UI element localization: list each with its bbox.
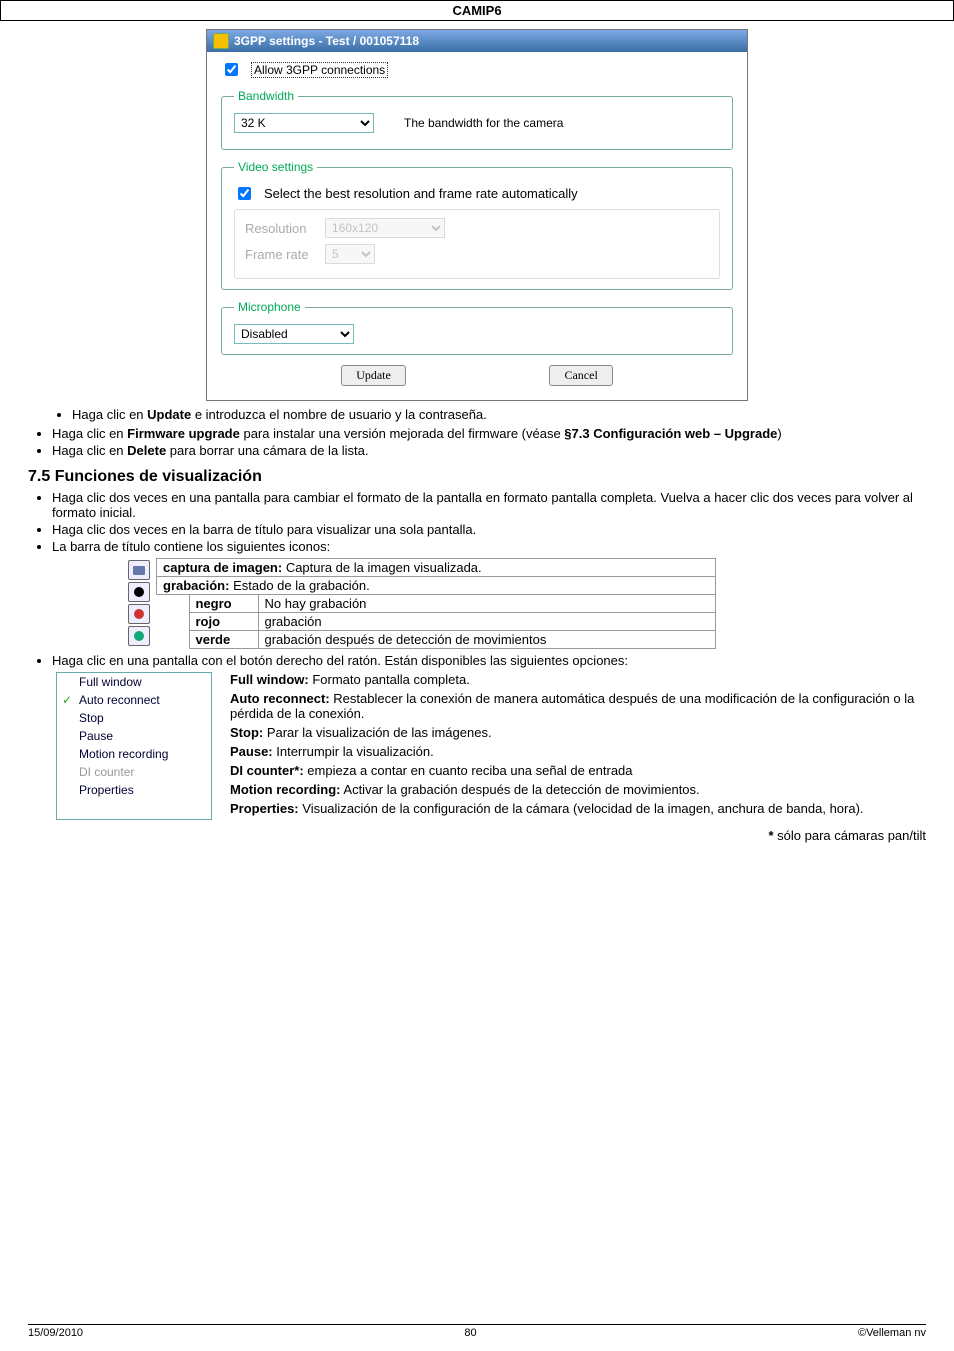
frame-rate-label: Frame rate bbox=[245, 247, 315, 262]
bandwidth-legend: Bandwidth bbox=[234, 89, 298, 103]
video-legend: Video settings bbox=[234, 160, 317, 174]
page-footer: 15/09/2010 80 ©Velleman nv bbox=[0, 1324, 954, 1339]
menu-stop[interactable]: Stop bbox=[57, 709, 211, 727]
allow-3gpp-label: Allow 3GPP connections bbox=[251, 62, 388, 78]
bullet-update: Haga clic en Update e introduzca el nomb… bbox=[72, 407, 926, 422]
resolution-select: 160x120 bbox=[325, 218, 445, 238]
frame-rate-select: 5 bbox=[325, 244, 375, 264]
record-red-icon bbox=[128, 604, 150, 624]
bullet-firmware: Haga clic en Firmware upgrade para insta… bbox=[52, 426, 926, 441]
footer-page: 80 bbox=[464, 1327, 476, 1339]
menu-full-window[interactable]: Full window bbox=[57, 673, 211, 691]
allow-3gpp-checkbox[interactable] bbox=[225, 63, 238, 76]
bullet-viz-3: La barra de título contiene los siguient… bbox=[52, 539, 926, 554]
footer-date: 15/09/2010 bbox=[28, 1327, 83, 1339]
menu-di-counter[interactable]: DI counter bbox=[57, 763, 211, 781]
record-black-icon bbox=[128, 582, 150, 602]
menu-motion-recording[interactable]: Motion recording bbox=[57, 745, 211, 763]
video-fieldset: Video settings Select the best resolutio… bbox=[221, 160, 733, 290]
update-button[interactable]: Update bbox=[341, 365, 406, 386]
bullet-right-click: Haga clic en una pantalla con el botón d… bbox=[52, 653, 926, 668]
bullet-delete: Haga clic en Delete para borrar una cáma… bbox=[52, 443, 926, 458]
app-icon bbox=[213, 33, 229, 49]
page-header: CAMIP6 bbox=[0, 0, 954, 21]
bandwidth-select[interactable]: 32 K bbox=[234, 113, 374, 133]
microphone-fieldset: Microphone Disabled bbox=[221, 300, 733, 355]
footer-copyright: ©Velleman nv bbox=[858, 1327, 926, 1339]
auto-resolution-label: Select the best resolution and frame rat… bbox=[264, 186, 578, 201]
capture-icon bbox=[128, 560, 150, 580]
asterisk-note: * sólo para cámaras pan/tilt bbox=[28, 828, 926, 843]
menu-definitions: Full window: Formato pantalla completa. … bbox=[230, 672, 926, 820]
icon-legend-table: captura de imagen: Captura de la imagen … bbox=[156, 558, 716, 649]
bullet-viz-1: Haga clic dos veces en una pantalla para… bbox=[52, 490, 926, 520]
menu-properties[interactable]: Properties bbox=[57, 781, 211, 799]
context-menu: Full window Auto reconnect Stop Pause Mo… bbox=[56, 672, 212, 820]
menu-pause[interactable]: Pause bbox=[57, 727, 211, 745]
record-green-icon bbox=[128, 626, 150, 646]
microphone-select[interactable]: Disabled bbox=[234, 324, 354, 344]
resolution-label: Resolution bbox=[245, 221, 315, 236]
cancel-button[interactable]: Cancel bbox=[549, 365, 612, 386]
bandwidth-fieldset: Bandwidth 32 K The bandwidth for the cam… bbox=[221, 89, 733, 150]
bandwidth-note: The bandwidth for the camera bbox=[404, 116, 563, 130]
dialog-3gpp: 3GPP settings - Test / 001057118 Allow 3… bbox=[206, 29, 748, 401]
section-title: 7.5 Funciones de visualización bbox=[28, 468, 926, 486]
menu-auto-reconnect[interactable]: Auto reconnect bbox=[57, 691, 211, 709]
auto-resolution-checkbox[interactable] bbox=[238, 187, 251, 200]
bullet-viz-2: Haga clic dos veces en la barra de títul… bbox=[52, 522, 926, 537]
dialog-title-bar: 3GPP settings - Test / 001057118 bbox=[207, 30, 747, 52]
microphone-legend: Microphone bbox=[234, 300, 305, 314]
dialog-title-text: 3GPP settings - Test / 001057118 bbox=[234, 34, 419, 48]
